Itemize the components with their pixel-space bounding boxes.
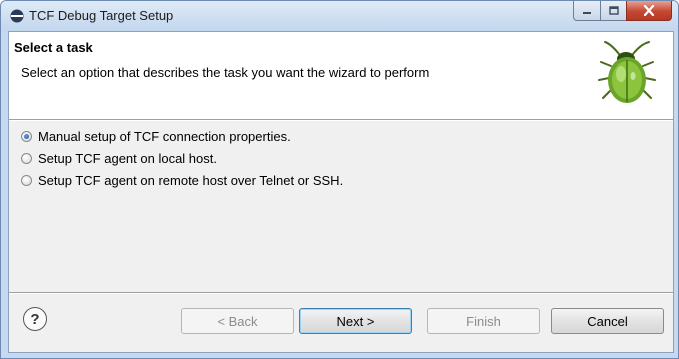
close-button[interactable] [626,1,672,21]
help-icon: ? [30,310,40,328]
page-description: Select an option that describes the task… [21,65,430,80]
finish-button[interactable]: Finish [427,308,540,334]
window-controls [573,1,672,21]
wizard-header: Select a task Select an option that desc… [9,32,673,119]
radio-button[interactable] [21,153,32,164]
next-button[interactable]: Next > [299,308,412,334]
page-title: Select a task [14,40,93,55]
bug-icon [598,41,656,103]
maximize-icon [608,6,619,15]
app-icon [10,9,24,23]
option-remote-agent[interactable]: Setup TCF agent on remote host over Teln… [21,173,343,188]
minimize-button[interactable] [573,1,600,21]
window-title: TCF Debug Target Setup [29,8,174,23]
radio-button-selected[interactable] [21,131,32,142]
option-manual-setup[interactable]: Manual setup of TCF connection propertie… [21,129,291,144]
option-label: Setup TCF agent on remote host over Teln… [38,173,344,188]
wizard-client: Select a task Select an option that desc… [8,31,674,353]
option-label: Setup TCF agent on local host. [38,151,217,166]
minimize-icon [583,11,591,14]
close-icon [643,5,655,16]
back-button[interactable]: < Back [181,308,294,334]
option-label: Manual setup of TCF connection propertie… [38,129,291,144]
wizard-footer: ? < Back Next > Finish Cancel [9,294,673,352]
option-local-agent[interactable]: Setup TCF agent on local host. [21,151,217,166]
title-bar[interactable]: TCF Debug Target Setup [1,1,678,31]
radio-button[interactable] [21,175,32,186]
task-options: Manual setup of TCF connection propertie… [9,121,673,292]
cancel-button[interactable]: Cancel [551,308,664,334]
wizard-window: TCF Debug Target Setup Select a task Sel… [0,0,679,359]
maximize-button[interactable] [600,1,626,21]
help-button[interactable]: ? [23,307,47,331]
